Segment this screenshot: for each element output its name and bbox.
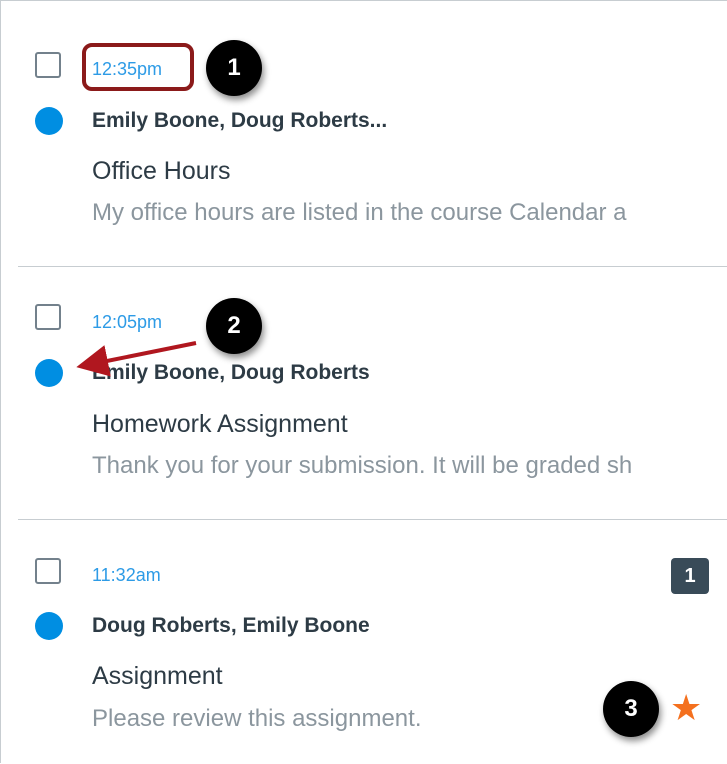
callout-badge: 2 bbox=[206, 298, 262, 354]
arrow-annotation bbox=[76, 341, 197, 377]
star-icon[interactable]: ★ bbox=[670, 688, 702, 728]
callout-badge: 3 bbox=[603, 681, 659, 737]
callout-badge: 1 bbox=[206, 40, 262, 96]
